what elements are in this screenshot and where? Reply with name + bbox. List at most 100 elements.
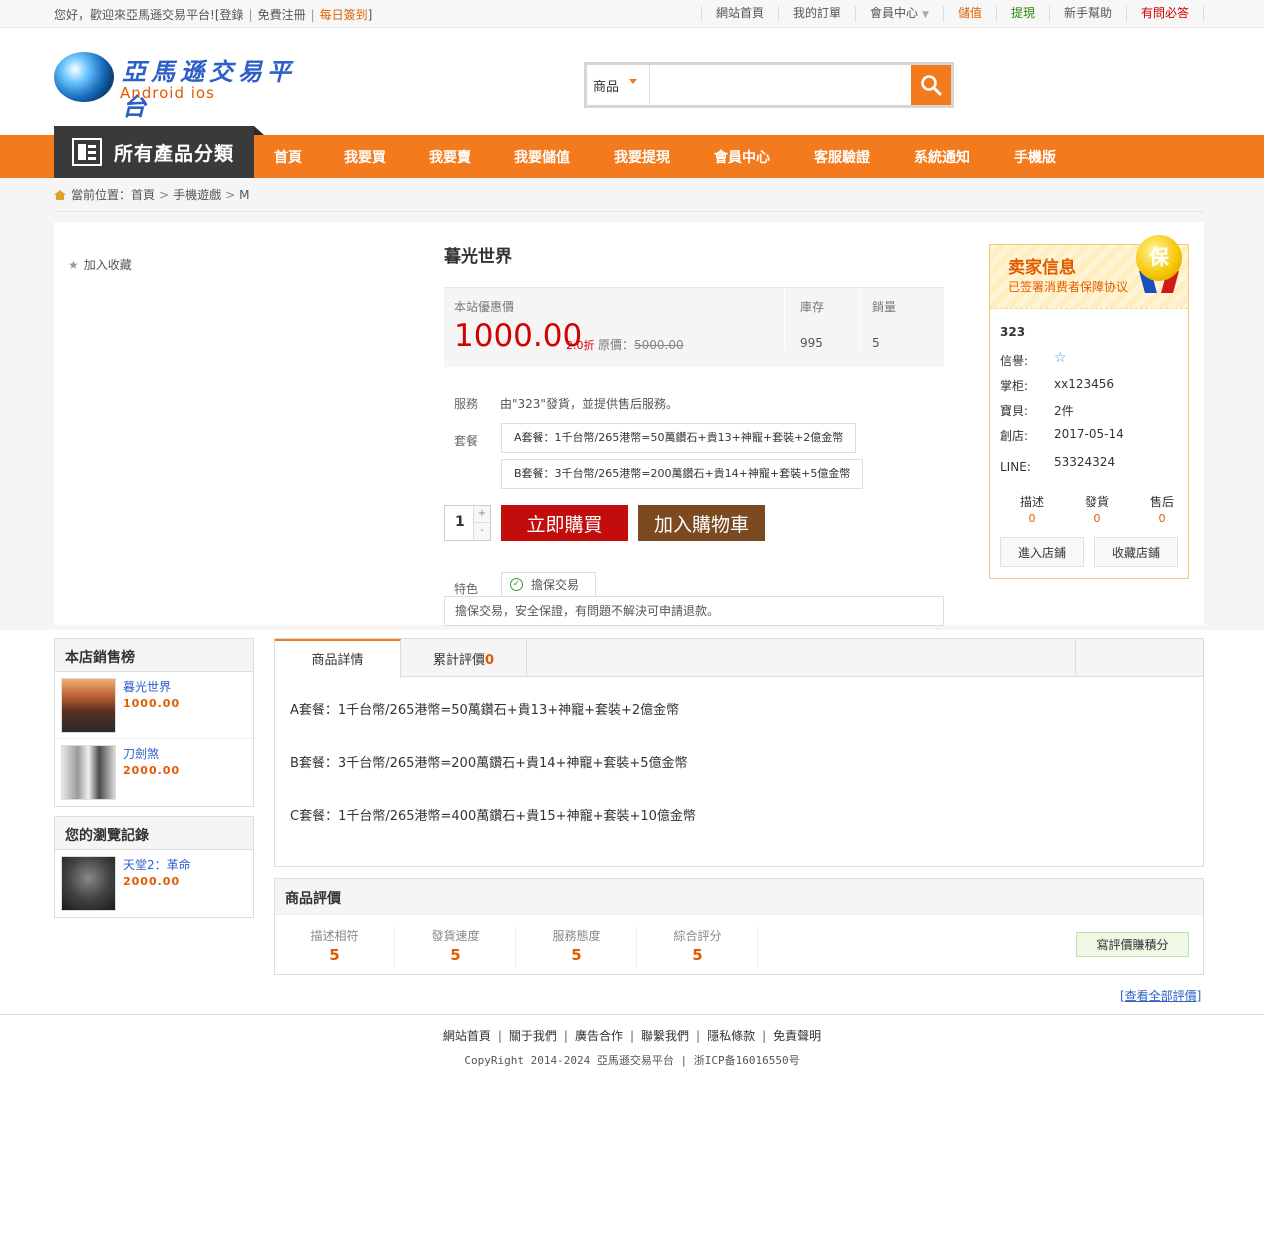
- product-title: 暮光世界: [444, 247, 512, 267]
- search-input[interactable]: [650, 65, 911, 105]
- product-thumbnail[interactable]: [61, 856, 116, 911]
- list-item-price: 1000.00: [123, 697, 181, 710]
- view-all-reviews-link[interactable]: [查看全部評價]: [1120, 987, 1201, 1004]
- top-nav-help[interactable]: 新手幫助: [1050, 6, 1127, 22]
- list-item-name[interactable]: 天堂2：革命: [123, 856, 191, 873]
- seller-scores: 描述 0 發貨 0 售后 0: [1000, 493, 1180, 535]
- top-nav-deposit[interactable]: 儲值: [944, 6, 997, 22]
- breadcrumb-mobile-games[interactable]: 手機遊戲: [173, 186, 221, 203]
- breadcrumb-home[interactable]: 首頁: [131, 186, 155, 203]
- seller-info-panel: 卖家信息 已签署消费者保障协议 保 323 信譽: ☆ 掌柜: xx123456…: [989, 235, 1189, 579]
- logo[interactable]: 亞馬遜交易平台 Android ios: [54, 50, 324, 121]
- write-review-button[interactable]: 寫評價賺積分: [1076, 932, 1189, 957]
- footer-link-privacy[interactable]: 隱私條款: [707, 1029, 755, 1043]
- list-item[interactable]: 刀劍煞 2000.00: [55, 739, 253, 806]
- nav-item-withdraw[interactable]: 我要提現: [614, 135, 714, 178]
- original-price: 原價：5000.00: [598, 338, 684, 352]
- footer: 網站首頁 | 關于我們 | 廣告合作 | 聯繫我們 | 隱私條款 | 免責聲明 CopyRight …: [0, 1014, 1264, 1068]
- reviews-title: 商品評價: [275, 879, 1203, 915]
- nav-item-verify[interactable]: 客服驗證: [814, 135, 914, 178]
- top-nav-faq[interactable]: 有問必答: [1127, 6, 1204, 22]
- chevron-down-icon: ▼: [922, 10, 929, 20]
- category-icon: [72, 138, 102, 166]
- checkin-link[interactable]: 每日簽到: [320, 8, 368, 22]
- breadcrumb-current: M: [239, 187, 250, 202]
- stock-value: 995: [800, 336, 823, 350]
- add-to-cart-button[interactable]: 加入購物車: [638, 505, 765, 541]
- product-tabs-panel: 商品詳情 累計評價0 A套餐：1千台幣/265港幣=50萬鑽石+貴13+神寵+套…: [274, 638, 1204, 867]
- tab-reviews[interactable]: 累計評價0: [401, 639, 527, 677]
- shopkeeper-value: xx123456: [1054, 377, 1115, 391]
- review-score-match: 描述相符 5: [275, 927, 395, 967]
- nav-item-notice[interactable]: 系統通知: [914, 135, 1014, 178]
- nav-item-home[interactable]: 首頁: [274, 135, 344, 178]
- review-score-service: 服務態度 5: [517, 927, 637, 967]
- footer-link-contact[interactable]: 聯繫我們: [641, 1029, 689, 1043]
- caret-down-icon: [629, 78, 638, 84]
- feature-tab[interactable]: ✓ 擔保交易: [501, 572, 597, 596]
- seller-subtitle: 已签署消费者保障协议: [1008, 280, 1129, 294]
- list-item[interactable]: 天堂2：革命 2000.00: [55, 850, 253, 917]
- list-item-name[interactable]: 刀劍煞: [123, 745, 159, 762]
- search-bar: 商品: [584, 62, 954, 108]
- line-value: 53324324: [1054, 455, 1116, 469]
- service-text: 由"323"發貨，並提供售后服務。: [500, 397, 678, 411]
- list-item-name[interactable]: 暮光世界: [123, 678, 171, 695]
- top-nav-home[interactable]: 網站首頁: [700, 6, 779, 22]
- welcome-text: 您好，歡迎來亞馬遜交易平台!: [54, 7, 215, 22]
- breadcrumb-bar: 當前位置： 首頁 > 手機遊戲 > M: [0, 178, 1264, 212]
- nav-item-sell[interactable]: 我要賣: [429, 135, 514, 178]
- product-panel: ★ 加入收藏 暮光世界 本站優惠價 庫存 銷量 1000.00 2.0折 原價：…: [54, 222, 1204, 626]
- top-nav-orders[interactable]: 我的訂單: [779, 6, 856, 22]
- nav-item-deposit[interactable]: 我要儲值: [514, 135, 614, 178]
- stock-label: 庫存: [800, 300, 825, 314]
- copyright: CopyRight 2014-2024 亞馬遜交易平台 | 浙ICP备16016…: [464, 1054, 800, 1067]
- all-categories-button[interactable]: 所有產品分類: [54, 126, 264, 178]
- nav-items: 首頁 我要買 我要賣 我要儲值 我要提現 會員中心 客服驗證 系統通知 手機版: [274, 135, 1094, 178]
- buy-now-button[interactable]: 立即購買: [501, 505, 628, 541]
- footer-link-about[interactable]: 關于我們: [509, 1029, 557, 1043]
- add-favorite-link[interactable]: ★ 加入收藏: [68, 256, 132, 273]
- search-category-select[interactable]: 商品: [587, 65, 650, 105]
- package-label: 套餐: [454, 434, 479, 448]
- logo-subtitle: Android ios: [120, 84, 215, 102]
- favorite-shop-button[interactable]: 收藏店鋪: [1094, 537, 1178, 567]
- footer-link-home[interactable]: 網站首頁: [443, 1029, 491, 1043]
- product-thumbnail[interactable]: [61, 678, 116, 733]
- detail-line-b: B套餐：3千台幣/265港幣=200萬鑽石+貴14+神寵+套裝+5億金幣: [290, 756, 688, 771]
- score-shipping: 發貨 0: [1084, 495, 1109, 525]
- package-option-b[interactable]: B套餐：3千台幣/265港幣=200萬鑽石+貴14+神寵+套裝+5億金幣: [501, 459, 864, 489]
- history-title: 您的瀏覽記錄: [55, 817, 253, 850]
- main-nav: 所有產品分類 首頁 我要買 我要賣 我要儲值 我要提現 會員中心 客服驗證 系統…: [0, 126, 1264, 178]
- items-value: 2件: [1054, 404, 1074, 418]
- nav-item-member[interactable]: 會員中心: [714, 135, 814, 178]
- footer-link-disclaimer[interactable]: 免責聲明: [773, 1029, 821, 1043]
- footer-links: 網站首頁 | 關于我們 | 廣告合作 | 聯繫我們 | 隱私條款 | 免責聲明: [442, 1029, 822, 1043]
- quantity-input[interactable]: 1: [455, 514, 465, 530]
- tab-bar: 商品詳情 累計評價0: [275, 639, 1203, 678]
- product-reviews-panel: 商品評價 描述相符 5 發貨速度 5 服務態度 5 綜合評分 5 寫評價賺積分: [274, 878, 1204, 975]
- package-option-a[interactable]: A套餐：1千台幣/265港幣=50萬鑽石+貴13+神寵+套裝+2億金幣: [501, 423, 857, 453]
- list-item[interactable]: 暮光世界 1000.00: [55, 672, 253, 739]
- detail-line-c: C套餐：1千台幣/265港幣=400萬鑽石+貴15+神寵+套裝+10億金幣: [290, 809, 696, 824]
- detail-line-a: A套餐：1千台幣/265港幣=50萬鑽石+貴13+神寵+套裝+2億金幣: [290, 703, 680, 718]
- quantity-increase-button[interactable]: +: [473, 506, 490, 523]
- quantity-decrease-button[interactable]: -: [473, 523, 490, 540]
- footer-link-ads[interactable]: 廣告合作: [575, 1029, 623, 1043]
- search-button[interactable]: [911, 65, 951, 105]
- enter-shop-button[interactable]: 進入店鋪: [1000, 537, 1084, 567]
- nav-item-mobile[interactable]: 手機版: [1014, 135, 1094, 178]
- score-aftersale: 售后 0: [1149, 495, 1174, 525]
- discount-value: 2.0折: [566, 339, 595, 352]
- top-nav-member[interactable]: 會員中心 ▼: [856, 6, 944, 22]
- feature-label: 特色: [454, 582, 479, 596]
- login-link[interactable]: 登錄: [220, 8, 244, 22]
- product-info: 暮光世界 本站優惠價 庫存 銷量 1000.00 2.0折 原價：5000.00…: [444, 242, 944, 626]
- register-link[interactable]: 免費注冊: [258, 8, 306, 22]
- tab-product-detail[interactable]: 商品詳情: [275, 639, 401, 678]
- star-icon: ☆: [1054, 350, 1067, 366]
- review-score-shipping: 發貨速度 5: [396, 927, 516, 967]
- nav-item-buy[interactable]: 我要買: [344, 135, 429, 178]
- top-nav-withdraw[interactable]: 提現: [997, 6, 1050, 22]
- product-thumbnail[interactable]: [61, 745, 116, 800]
